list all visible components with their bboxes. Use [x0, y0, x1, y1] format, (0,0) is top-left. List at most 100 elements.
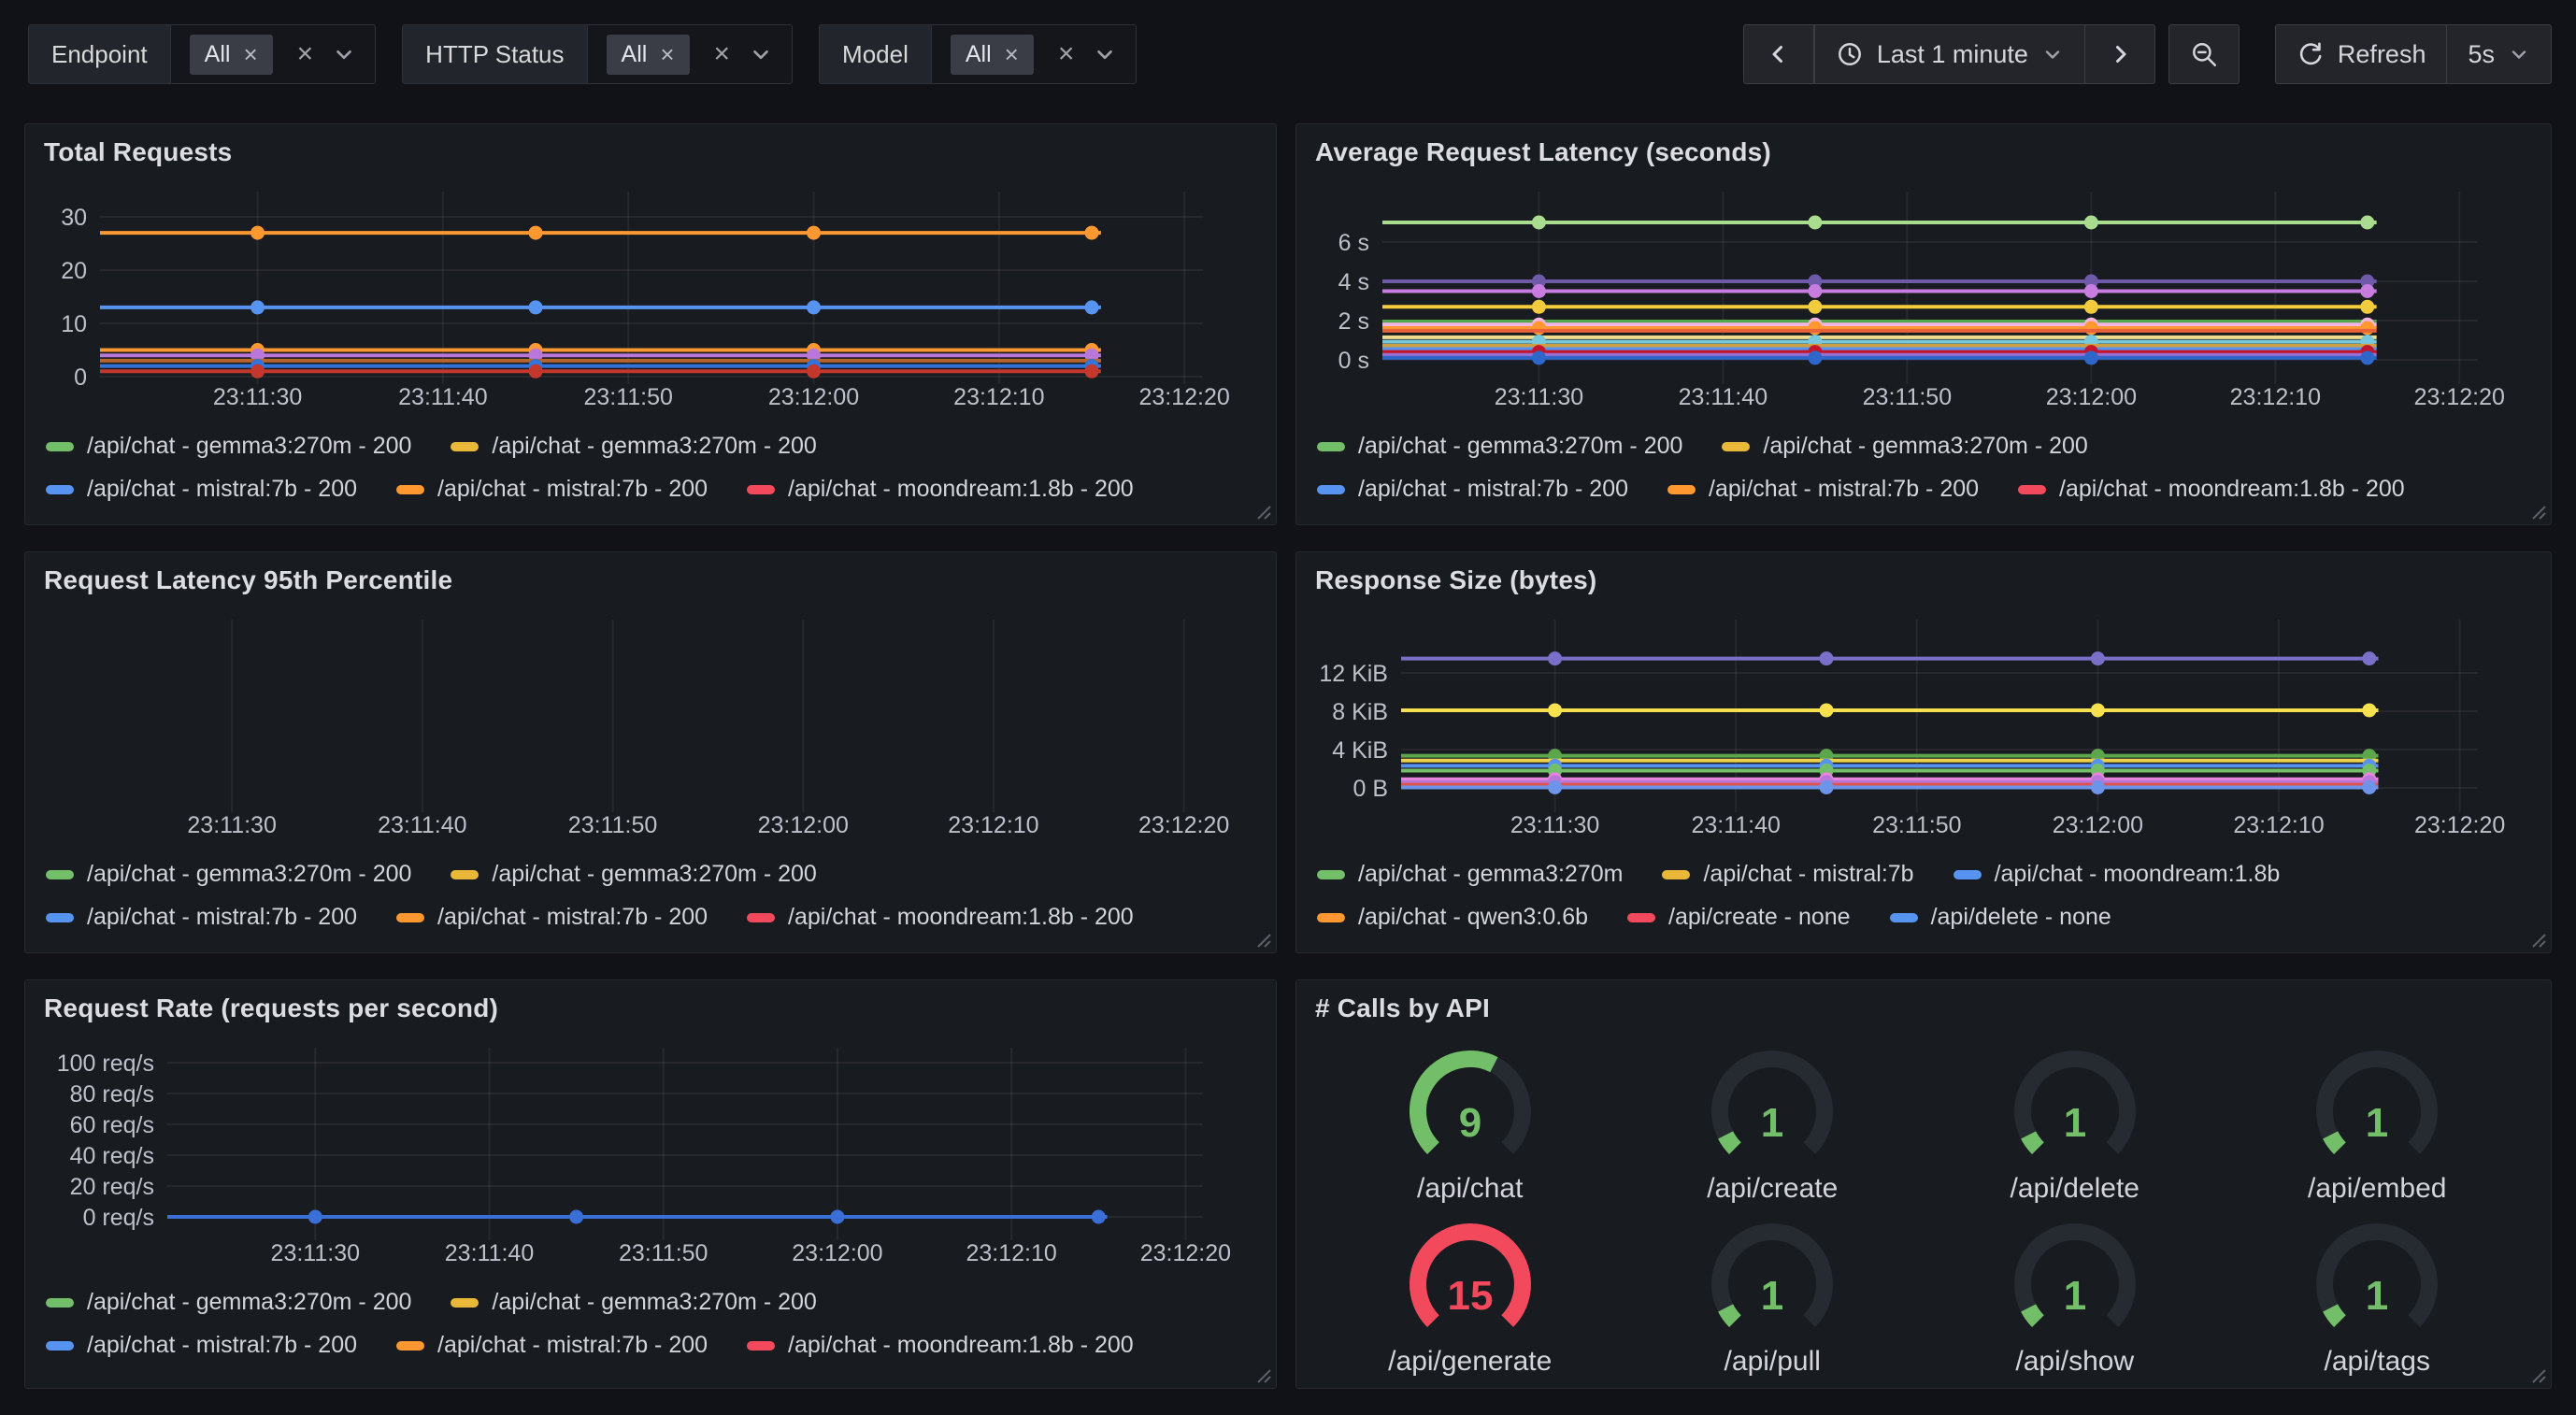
request-latency-95th-chart[interactable]: 23:11:3023:11:4023:11:5023:12:0023:12:10…: [25, 552, 1276, 952]
legend-item[interactable]: /api/chat - mistral:7b - 200: [46, 476, 357, 503]
gauge-arc: 1: [1982, 1208, 2168, 1346]
legend-swatch-icon: [1890, 913, 1918, 922]
time-range-button[interactable]: Last 1 minute: [1814, 24, 2085, 84]
legend-swatch-icon: [1627, 913, 1655, 922]
clear-icon[interactable]: ×: [297, 40, 314, 68]
chevron-down-icon[interactable]: [1093, 42, 1117, 66]
x-axis-label: 23:11:30: [1510, 812, 1599, 838]
legend-label: /api/chat - moondream:1.8b - 200: [2059, 476, 2405, 503]
legend-item[interactable]: /api/chat - moondream:1.8b - 200: [747, 476, 1134, 503]
gauge-arc: 15: [1377, 1208, 1564, 1346]
refresh-interval-button[interactable]: 5s: [2446, 24, 2552, 84]
legend-item[interactable]: /api/chat - gemma3:270m - 200: [1722, 433, 2087, 460]
chip-remove-icon[interactable]: ×: [660, 42, 674, 66]
legend-item[interactable]: /api/chat - mistral:7b: [1662, 861, 1913, 888]
legend-item[interactable]: /api/chat - moondream:1.8b: [1953, 861, 2281, 888]
data-point: [807, 364, 821, 379]
resize-handle-icon[interactable]: [2527, 929, 2548, 950]
legend-label: /api/delete - none: [1931, 904, 2111, 931]
x-axis-label: 23:11:50: [583, 384, 672, 410]
x-axis-label: 23:11:30: [187, 812, 276, 838]
resize-handle-icon[interactable]: [2527, 1365, 2548, 1385]
legend-item[interactable]: /api/chat - gemma3:270m - 200: [451, 1289, 816, 1316]
legend-item[interactable]: /api/chat - gemma3:270m - 200: [46, 861, 411, 888]
legend-item[interactable]: /api/chat - mistral:7b - 200: [1667, 476, 1979, 503]
time-forward-button[interactable]: [2084, 24, 2155, 84]
legend-row: /api/chat - gemma3:270m - 200/api/chat -…: [1317, 433, 2088, 460]
legend-item[interactable]: /api/chat - mistral:7b - 200: [46, 1332, 357, 1359]
legend-item[interactable]: /api/chat - moondream:1.8b - 200: [747, 904, 1134, 931]
clear-icon[interactable]: ×: [714, 40, 731, 68]
request-rate-chart[interactable]: 23:11:3023:11:4023:11:5023:12:0023:12:10…: [25, 980, 1276, 1388]
chip-remove-icon[interactable]: ×: [1005, 42, 1019, 66]
filter-chip[interactable]: All×: [190, 35, 273, 75]
legend-swatch-icon: [396, 913, 424, 922]
zoom-out-button[interactable]: [2168, 24, 2240, 84]
filter-chip[interactable]: All×: [607, 35, 690, 75]
data-point: [1532, 321, 1546, 335]
legend-item[interactable]: /api/chat - mistral:7b - 200: [396, 476, 708, 503]
x-axis-label: 23:12:00: [758, 812, 849, 838]
legend-row: /api/chat - mistral:7b - 200/api/chat - …: [46, 1332, 1134, 1359]
resize-handle-icon[interactable]: [1252, 1365, 1273, 1385]
data-point: [250, 300, 265, 314]
legend-label: /api/chat - gemma3:270m - 200: [87, 1289, 411, 1316]
legend-swatch-icon: [396, 1341, 424, 1351]
filter-http-status-value[interactable]: All× ×: [588, 25, 793, 83]
legend-item[interactable]: /api/chat - moondream:1.8b - 200: [2018, 476, 2405, 503]
chip-remove-icon[interactable]: ×: [243, 42, 257, 66]
filter-model: Model All× ×: [819, 24, 1137, 84]
gauge-fill: [1725, 1135, 1735, 1148]
x-axis-label: 23:12:20: [2414, 812, 2505, 838]
time-range-group: Last 1 minute: [1743, 24, 2155, 84]
legend-item[interactable]: /api/chat - mistral:7b - 200: [396, 1332, 708, 1359]
gauge-label: /api/pull: [1724, 1346, 1821, 1378]
legend-item[interactable]: /api/chat - qwen3:0.6b: [1317, 904, 1588, 931]
data-point: [1085, 300, 1099, 314]
legend-item[interactable]: /api/delete - none: [1890, 904, 2111, 931]
chevron-down-icon[interactable]: [332, 42, 356, 66]
gauge-value: 1: [2366, 1100, 2388, 1146]
legend-item[interactable]: /api/chat - gemma3:270m - 200: [451, 861, 816, 888]
resize-handle-icon[interactable]: [1252, 501, 1273, 522]
response-size-chart[interactable]: 23:11:3023:11:4023:11:5023:12:0023:12:10…: [1296, 552, 2551, 952]
x-axis-label: 23:12:20: [1140, 1240, 1231, 1266]
panel-title[interactable]: # Calls by API: [1315, 993, 1490, 1023]
legend-item[interactable]: /api/chat - mistral:7b - 200: [1317, 476, 1628, 503]
legend-item[interactable]: /api/chat - moondream:1.8b - 200: [747, 1332, 1134, 1359]
data-point: [1808, 216, 1822, 230]
gauge-arc: 1: [1679, 1035, 1866, 1173]
average-request-latency-chart[interactable]: 23:11:3023:11:4023:11:5023:12:0023:12:10…: [1296, 124, 2551, 524]
legend-item[interactable]: /api/create - none: [1627, 904, 1851, 931]
y-axis-label: 8 KiB: [1332, 699, 1388, 725]
legend-label: /api/chat - mistral:7b - 200: [1358, 476, 1628, 503]
gauge-value: 9: [1459, 1100, 1481, 1146]
x-axis-label: 23:12:10: [953, 384, 1044, 410]
legend-label: /api/chat - gemma3:270m - 200: [492, 1289, 816, 1316]
gauge-arc: 1: [1982, 1035, 2168, 1173]
resize-handle-icon[interactable]: [2527, 501, 2548, 522]
data-point: [1548, 651, 1562, 665]
filter-chip[interactable]: All×: [951, 35, 1034, 75]
total-requests-chart[interactable]: 23:11:3023:11:4023:11:5023:12:0023:12:10…: [25, 124, 1276, 524]
filter-endpoint-value[interactable]: All× ×: [171, 25, 376, 83]
chevron-down-icon[interactable]: [749, 42, 773, 66]
resize-handle-icon[interactable]: [1252, 929, 1273, 950]
legend-item[interactable]: /api/chat - gemma3:270m - 200: [451, 433, 816, 460]
legend-item[interactable]: /api/chat - gemma3:270m - 200: [1317, 433, 1682, 460]
data-point: [1092, 1210, 1106, 1224]
filter-model-value[interactable]: All× ×: [932, 25, 1137, 83]
time-back-button[interactable]: [1743, 24, 1814, 84]
refresh-button[interactable]: Refresh: [2275, 24, 2448, 84]
plot-area: 23:11:3023:11:4023:11:5023:12:0023:12:10…: [1296, 124, 2551, 524]
y-axis-label: 30: [61, 205, 87, 231]
legend-item[interactable]: /api/chat - gemma3:270m: [1317, 861, 1623, 888]
data-point: [1808, 350, 1822, 364]
gauge-value: 1: [1761, 1100, 1783, 1146]
legend-item[interactable]: /api/chat - mistral:7b - 200: [46, 904, 357, 931]
clear-icon[interactable]: ×: [1058, 40, 1075, 68]
legend-item[interactable]: /api/chat - gemma3:270m - 200: [46, 433, 411, 460]
legend-item[interactable]: /api/chat - gemma3:270m - 200: [46, 1289, 411, 1316]
x-axis-label: 23:11:30: [271, 1240, 360, 1266]
legend-item[interactable]: /api/chat - mistral:7b - 200: [396, 904, 708, 931]
